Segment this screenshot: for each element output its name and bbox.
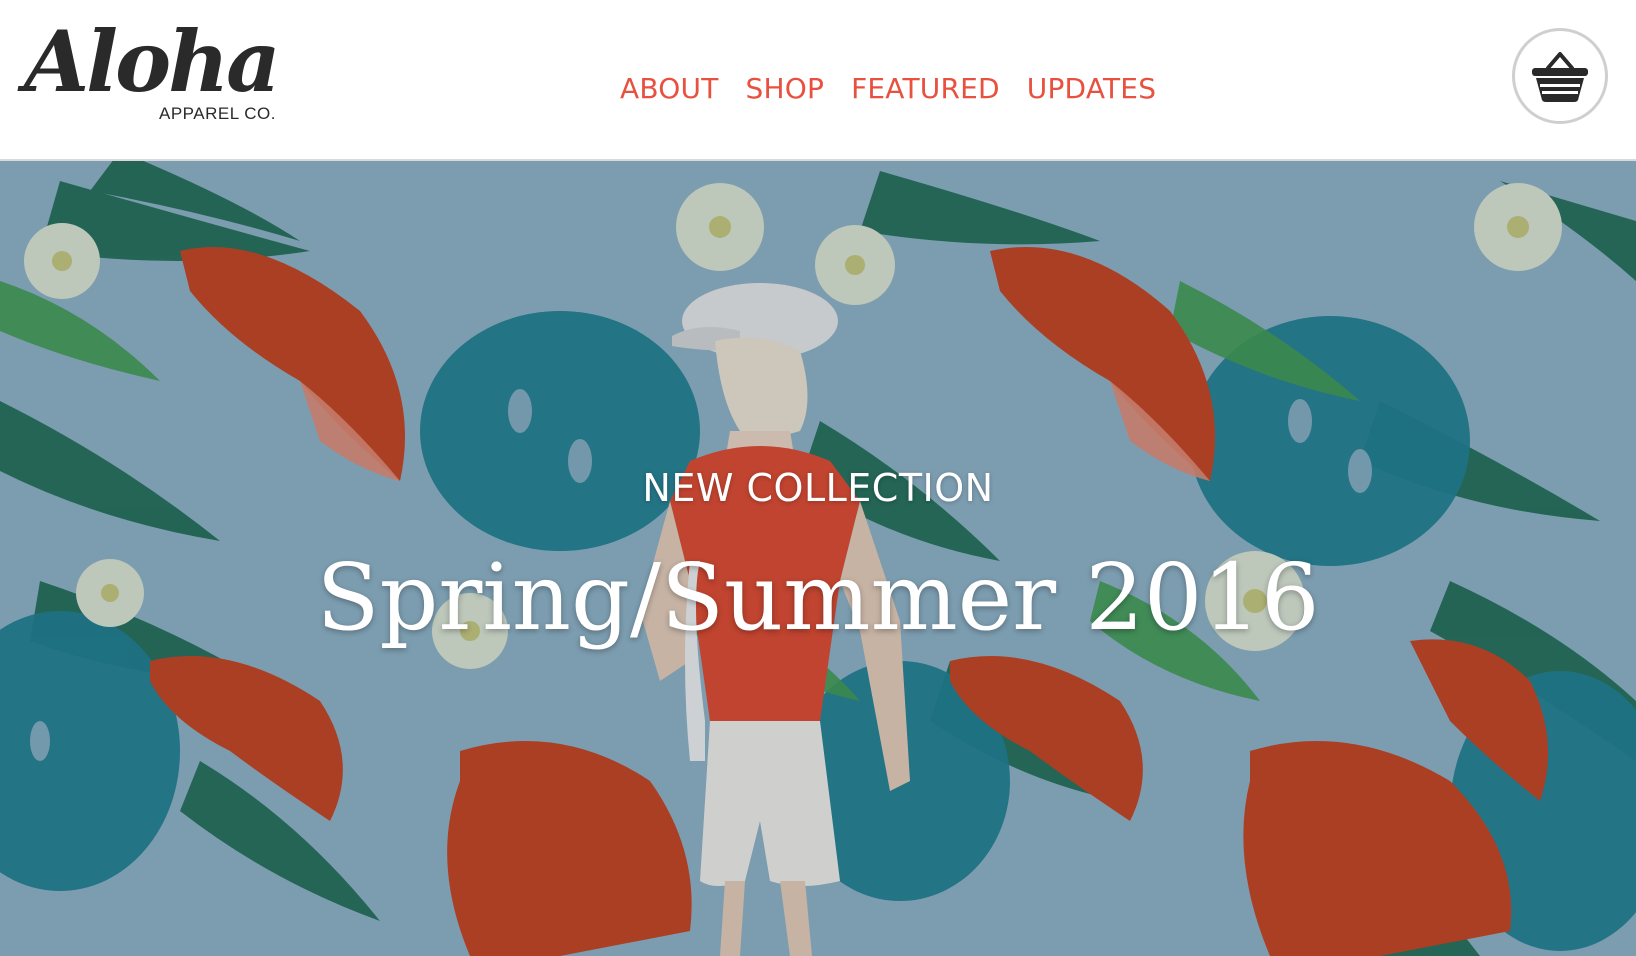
nav-featured[interactable]: FEATURED xyxy=(851,72,1000,105)
logo-subtitle: APPAREL CO. xyxy=(159,104,276,123)
nav-about[interactable]: ABOUT xyxy=(620,72,719,105)
hero-banner: NEW COLLECTION Spring/Summer 2016 xyxy=(0,161,1636,956)
nav-shop[interactable]: SHOP xyxy=(746,72,825,105)
hero-kicker: NEW COLLECTION xyxy=(642,466,994,510)
cart-button[interactable] xyxy=(1512,28,1608,124)
main-nav: ABOUT SHOP FEATURED UPDATES xyxy=(620,68,1156,108)
logo-wordmark: Aloha xyxy=(24,12,281,111)
brand-logo[interactable]: Aloha APPAREL CO. xyxy=(24,20,284,130)
hero-title: Spring/Summer 2016 xyxy=(316,544,1320,651)
basket-icon xyxy=(1532,52,1588,102)
nav-updates[interactable]: UPDATES xyxy=(1027,72,1156,105)
site-header: Aloha APPAREL CO. ABOUT SHOP FEATURED UP… xyxy=(0,0,1636,161)
